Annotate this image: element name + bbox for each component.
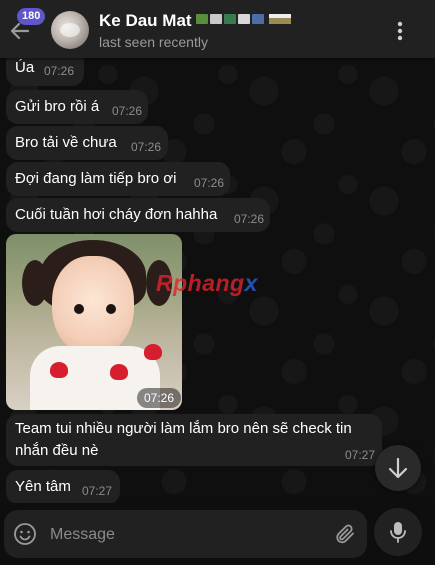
unread-count-badge: 180 — [17, 8, 46, 25]
contact-avatar[interactable] — [51, 11, 89, 49]
flag-emoji — [224, 14, 236, 24]
message-bubble[interactable]: Bro tải về chưa 07:26 — [6, 126, 168, 160]
more-vertical-icon[interactable] — [390, 20, 410, 42]
photo-detail — [144, 344, 162, 360]
photo-detail — [50, 362, 68, 378]
message-bubble[interactable]: Đợi đang làm tiếp bro ơi 07:26 — [6, 162, 230, 196]
emoji-icon[interactable] — [13, 522, 37, 546]
message-text: Team tui nhiều người làm lắm bro nên sẽ … — [15, 420, 352, 437]
watermark: Rphangx — [156, 270, 258, 297]
name-flags — [196, 14, 291, 24]
chevron-down-icon — [388, 457, 408, 479]
message-text: Úa — [15, 59, 35, 76]
message-input[interactable] — [48, 519, 322, 551]
message-bubble[interactable]: Cuối tuần hơi cháy đơn hahha 07:26 — [6, 198, 270, 232]
message-text: Bro tải về chưa — [15, 134, 117, 151]
photo-detail — [106, 304, 116, 314]
message-bubble[interactable]: Yên tâm 07:27 — [6, 470, 120, 503]
flag-emoji — [238, 14, 250, 24]
message-bubble[interactable]: Gửi bro rồi á 07:26 — [6, 90, 148, 124]
contact-name[interactable]: Ke Dau Mat — [99, 11, 192, 31]
message-text: Đợi đang làm tiếp bro ơi — [15, 170, 177, 187]
scroll-down-button[interactable] — [375, 445, 421, 491]
watermark-text: Rphang — [156, 270, 245, 296]
message-time: 07:26 — [131, 140, 162, 154]
flag-emoji — [252, 14, 264, 24]
message-time: 07:26 — [234, 212, 265, 226]
voice-record-button[interactable] — [374, 508, 422, 556]
photo-detail — [74, 304, 84, 314]
message-bubble[interactable]: Úa 07:26 — [6, 58, 84, 86]
message-time: 07:26 — [44, 64, 75, 78]
message-text: Cuối tuần hơi cháy đơn hahha — [15, 206, 218, 223]
flag-emoji — [269, 14, 291, 24]
last-seen-status: last seen recently — [99, 34, 208, 50]
photo-message[interactable]: 07:26 — [6, 234, 182, 410]
photo-detail — [52, 256, 134, 356]
photo-detail — [110, 364, 128, 380]
watermark-accent: x — [244, 270, 258, 296]
message-composer — [4, 510, 367, 558]
flag-emoji — [196, 14, 208, 24]
message-text: Yên tâm — [15, 478, 71, 495]
photo-time: 07:26 — [137, 388, 182, 408]
chat-header: 180 Ke Dau Mat last seen recently — [0, 0, 435, 58]
message-time: 07:26 — [194, 176, 225, 190]
paperclip-icon[interactable] — [333, 522, 357, 546]
message-bubble[interactable]: Team tui nhiều người làm lắm bro nên sẽ … — [6, 414, 382, 466]
message-time: 07:27 — [82, 484, 113, 498]
message-text: Gửi bro rồi á — [15, 98, 100, 115]
flag-emoji — [210, 14, 222, 24]
message-list[interactable]: Úa 07:26 Gửi bro rồi á 07:26 Bro tải về … — [0, 58, 435, 503]
message-text: nhắn đều nè — [15, 442, 99, 459]
message-time: 07:27 — [345, 448, 376, 462]
mic-icon — [390, 522, 406, 543]
input-bar — [0, 503, 435, 565]
message-time: 07:26 — [112, 104, 143, 118]
